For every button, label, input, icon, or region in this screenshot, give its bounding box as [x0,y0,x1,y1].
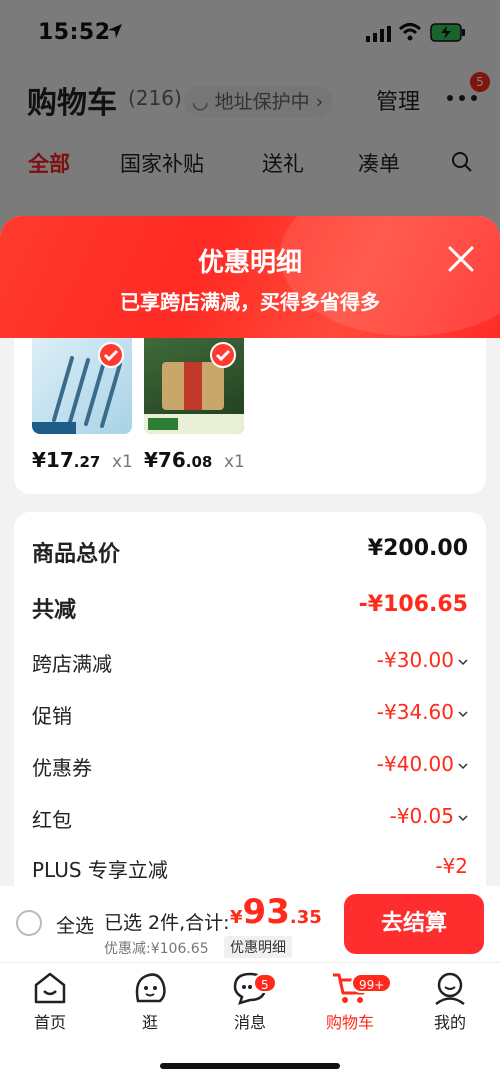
product-selected-check[interactable] [210,342,236,368]
cross-store-discount-label: 跨店满减 [32,652,112,676]
total-price-label: 商品总价 [32,542,121,567]
chevron-down-icon [458,658,468,665]
home-icon [34,972,66,1004]
total-reduction-value: -¥106.65 [358,592,468,617]
select-all-label[interactable]: 全选 [56,911,94,938]
promotion-value: -¥34.60 [377,700,468,724]
coupon-value: -¥40.00 [377,752,468,776]
home-indicator [160,1063,340,1069]
select-all-checkbox[interactable] [16,910,42,936]
discount-note: 优惠减:¥106.65 [104,941,209,957]
cart-badge: 99+ [351,973,393,993]
tab-browse[interactable]: 逛 [105,971,195,1033]
product-selected-check[interactable] [98,342,124,368]
chevron-down-icon [458,710,468,717]
sheet-title: 优惠明细 [197,248,302,278]
profile-face-icon [435,972,465,1005]
plus-discount-row: PLUS 专享立减 -¥2 [32,854,468,884]
coupon-row[interactable]: 优惠券 -¥40.00 [32,752,468,782]
plus-discount-value: -¥2 [435,854,468,878]
coupon-label: 优惠券 [32,756,92,780]
message-badge: 5 [253,973,277,993]
chevron-down-icon [458,814,468,821]
checkout-bar: 全选 已选 2件,合计: ¥93.35 优惠减:¥106.65 优惠明细 去结算 [0,886,500,962]
tab-cart[interactable]: 购物车 99+ [305,971,395,1033]
selected-products: ¥17.27 x1 ¥76.08 x1 [14,338,486,494]
product-quantity: x1 [224,452,245,472]
sheet-subtitle: 已享跨店满减，买得多省得多 [120,290,380,314]
total-reduction-label: 共减 [32,598,77,623]
plus-discount-label: PLUS 专享立减 [32,858,168,882]
tab-home[interactable]: 首页 [5,971,95,1033]
chevron-down-icon [458,762,468,769]
discount-detail-button[interactable]: 优惠明细 [224,936,292,958]
promotion-row[interactable]: 促销 -¥34.60 [32,700,468,730]
red-packet-value: -¥0.05 [390,804,468,828]
total-reduction-row: 共减 -¥106.65 [32,592,468,623]
cross-store-discount-row[interactable]: 跨店满减 -¥30.00 [32,648,468,678]
product-thumbnail-pens[interactable] [32,338,132,434]
red-packet-label: 红包 [32,808,72,832]
total-amount: ¥93.35 [230,892,322,932]
product-quantity: x1 [112,452,133,472]
red-packet-row[interactable]: 红包 -¥0.05 [32,804,468,834]
tab-me[interactable]: 我的 [405,971,495,1033]
product-thumbnail-tea[interactable] [144,338,244,434]
product-price: ¥76.08 [144,448,213,472]
browse-face-icon [135,973,166,1003]
total-price-row: 商品总价 ¥200.00 [32,536,468,567]
discount-details-card: 商品总价 ¥200.00 共减 -¥106.65 跨店满减 -¥30.00 促销… [14,512,486,912]
product-price: ¥17.27 [32,448,101,472]
checkout-button[interactable]: 去结算 [344,894,484,954]
promotion-label: 促销 [32,704,72,728]
cross-store-discount-value: -¥30.00 [377,648,468,672]
sheet-header: 优惠明细 已享跨店满减，买得多省得多 [0,216,500,338]
total-price-value: ¥200.00 [367,536,468,561]
screen: 15:52 购物车 (216) ◡ 地址保护中 › 管理 5 全部 国家补贴 送… [0,0,500,1083]
selected-summary: 已选 2件,合计: [104,912,230,934]
tab-messages[interactable]: 消息 5 [205,971,295,1033]
close-icon[interactable] [446,244,476,274]
